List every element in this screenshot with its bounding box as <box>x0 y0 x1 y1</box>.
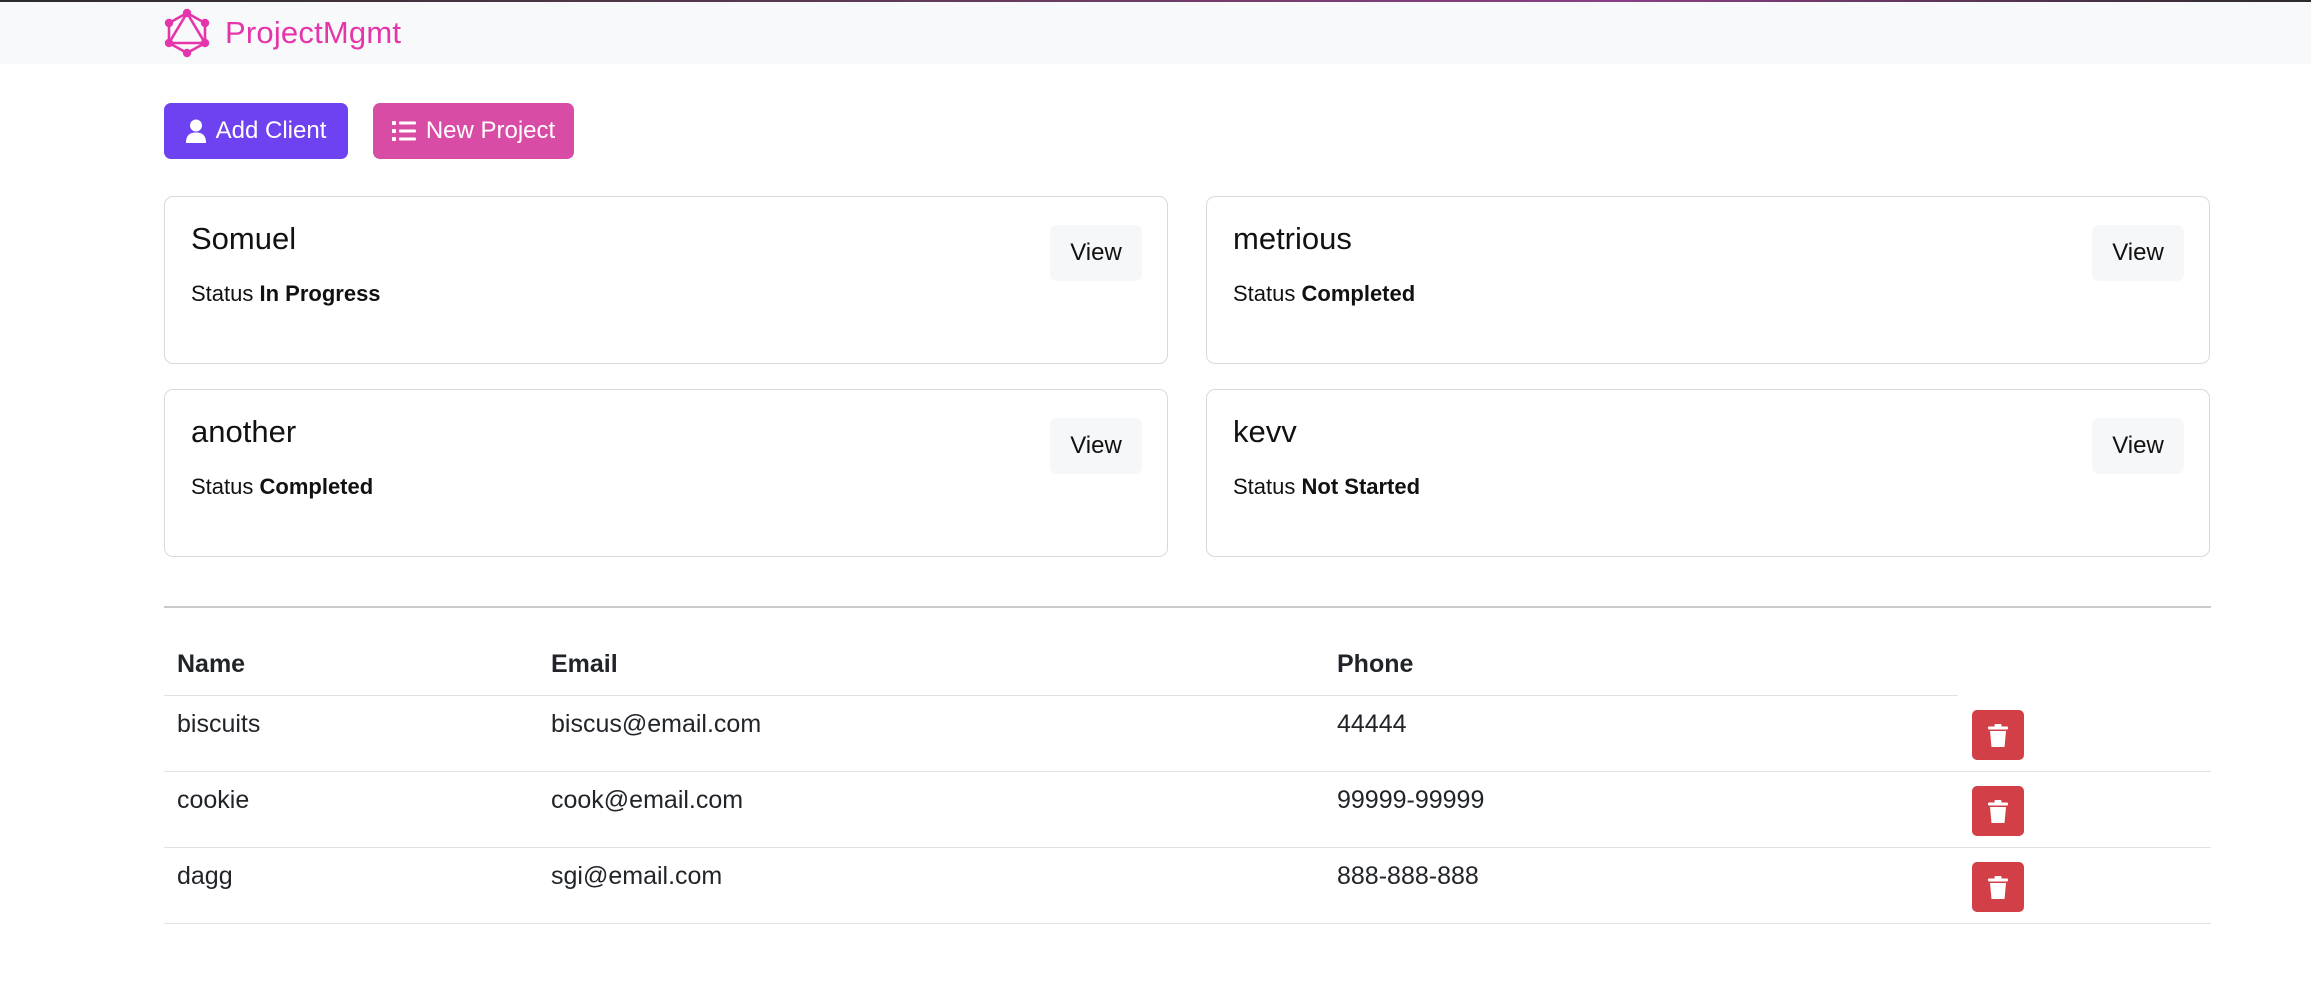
table-row: cookie cook@email.com 99999-99999 <box>164 772 2211 848</box>
table-row: biscuits biscus@email.com 44444 <box>164 696 2211 772</box>
section-divider <box>164 606 2211 608</box>
project-status: Status In Progress <box>191 281 381 307</box>
header-name: Name <box>177 650 246 678</box>
view-project-button[interactable]: View <box>1050 225 1142 281</box>
table-row: dagg sgi@email.com 888-888-888 <box>164 848 2211 924</box>
status-value: In Progress <box>259 281 381 306</box>
add-client-label: Add Client <box>215 117 327 144</box>
view-project-button[interactable]: View <box>2092 418 2184 474</box>
header-email: Email <box>551 650 618 678</box>
table-header: Name Email Phone <box>164 640 1958 696</box>
project-card: metrious Status Completed View <box>1206 196 2210 364</box>
header-phone: Phone <box>1337 650 1414 678</box>
status-value: Completed <box>259 474 374 499</box>
add-client-button[interactable]: Add Client <box>164 103 348 159</box>
client-phone: 888-888-888 <box>1337 862 1479 890</box>
status-value: Not Started <box>1301 474 1421 499</box>
status-label: Status <box>191 281 254 306</box>
status-label: Status <box>1233 474 1296 499</box>
project-card: kevv Status Not Started View <box>1206 389 2210 557</box>
project-name: metrious <box>1233 221 1352 256</box>
project-name: Somuel <box>191 221 297 256</box>
navbar: ProjectMgmt <box>0 2 2311 64</box>
project-card: Somuel Status In Progress View <box>164 196 1168 364</box>
project-card: another Status Completed View <box>164 389 1168 557</box>
project-status: Status Completed <box>1233 281 1415 307</box>
client-phone: 99999-99999 <box>1337 786 1485 814</box>
project-name: another <box>191 414 297 449</box>
trash-icon <box>1988 875 2008 899</box>
graphql-logo-icon <box>164 8 210 58</box>
client-name: dagg <box>177 862 233 890</box>
brand-name: ProjectMgmt <box>225 15 402 50</box>
project-name: kevv <box>1233 414 1297 449</box>
brand-link[interactable]: ProjectMgmt <box>163 8 401 58</box>
trash-icon <box>1988 723 2008 747</box>
client-email: sgi@email.com <box>551 862 723 890</box>
status-label: Status <box>191 474 254 499</box>
client-email: biscus@email.com <box>551 710 762 738</box>
delete-client-button[interactable] <box>1972 862 2024 912</box>
trash-icon <box>1988 799 2008 823</box>
client-name: biscuits <box>177 710 261 738</box>
delete-client-button[interactable] <box>1972 710 2024 760</box>
client-email: cook@email.com <box>551 786 744 814</box>
status-label: Status <box>1233 281 1296 306</box>
delete-client-button[interactable] <box>1972 786 2024 836</box>
view-project-button[interactable]: View <box>1050 418 1142 474</box>
list-icon <box>391 121 416 141</box>
project-status: Status Completed <box>191 474 373 500</box>
status-value: Completed <box>1301 281 1416 306</box>
view-project-button[interactable]: View <box>2092 225 2184 281</box>
client-phone: 44444 <box>1337 710 1407 738</box>
new-project-button[interactable]: New Project <box>373 103 574 159</box>
new-project-label: New Project <box>425 117 556 144</box>
client-name: cookie <box>177 786 250 814</box>
project-status: Status Not Started <box>1233 474 1420 500</box>
clients-table: Name Email Phone biscuits biscus@email.c… <box>164 640 2211 924</box>
user-icon <box>185 119 206 143</box>
